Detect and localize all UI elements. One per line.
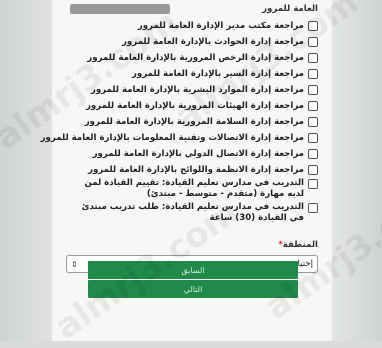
checkbox[interactable] bbox=[308, 85, 318, 95]
checkbox-label: مراجعة إدارة الاتصالات وتقنية المعلومات … bbox=[40, 132, 304, 143]
checkbox[interactable] bbox=[308, 133, 318, 143]
checkbox-item[interactable]: مراجعة إدارة الاتصال الدولي بالإدارة الع… bbox=[66, 146, 318, 162]
checkbox[interactable] bbox=[308, 165, 318, 175]
region-label-text: المنطقة bbox=[282, 240, 318, 250]
checkbox[interactable] bbox=[308, 203, 318, 213]
left-margin bbox=[0, 0, 52, 341]
checkbox-item[interactable]: مراجعة إدارة الانظمة واللوائح بالإدارة ا… bbox=[66, 162, 318, 178]
checkbox[interactable] bbox=[308, 101, 318, 111]
checkbox-label: التدريب في مدارس تعليم القيادة: تقييم ال… bbox=[84, 178, 304, 199]
checkbox-item[interactable]: التدريب في مدارس تعليم القيادة: تقييم ال… bbox=[66, 178, 318, 202]
checkbox[interactable] bbox=[308, 179, 318, 189]
checkbox[interactable] bbox=[308, 69, 318, 79]
checkbox[interactable] bbox=[308, 117, 318, 127]
header-partial-line: العامة للمرور bbox=[66, 0, 318, 18]
checkbox-label: مراجعة إدارة الانظمة واللوائح بالإدارة ا… bbox=[88, 164, 304, 175]
right-margin bbox=[332, 0, 382, 341]
chevron-updown-icon: ⇕ bbox=[71, 259, 78, 269]
checkbox[interactable] bbox=[308, 149, 318, 159]
checkbox-label: مراجعة إدارة الاتصال الدولي بالإدارة الع… bbox=[92, 148, 304, 159]
